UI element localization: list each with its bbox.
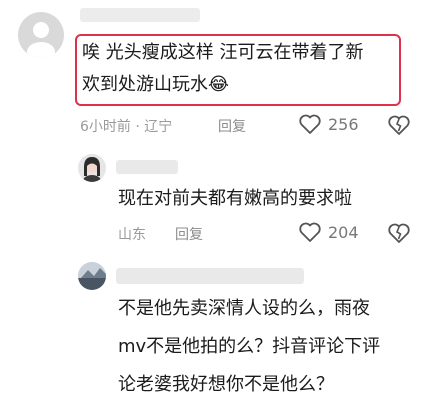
reply-avatar-2[interactable]: [78, 262, 106, 290]
default-avatar-icon: [27, 22, 55, 58]
meta-separator: ·: [135, 119, 140, 135]
dislike-button[interactable]: [387, 114, 411, 140]
heart-outline-icon: [299, 222, 321, 242]
dislike-button[interactable]: [387, 222, 411, 248]
laughing-emoji: 😂: [208, 74, 230, 95]
comment-time: 6小时前: [80, 119, 131, 135]
reply-text-line-1: 不是他先卖深情人设的么，雨夜: [118, 298, 370, 319]
username-redacted: [116, 160, 178, 174]
comment-text-line-2: 欢到处游山玩水: [82, 74, 208, 95]
user-photo-icon: [78, 154, 106, 182]
reply-avatar-1[interactable]: [78, 154, 106, 182]
username-redacted: [80, 8, 200, 22]
reply-location: 山东: [118, 227, 146, 243]
like-button[interactable]: 204: [298, 221, 359, 243]
reply-text-line-3: 论老婆我好想你不是他么？: [118, 374, 334, 395]
comment-meta: 6小时前 · 辽宁: [80, 116, 172, 136]
broken-heart-icon: [388, 115, 410, 135]
heart-outline-icon: [299, 114, 321, 134]
like-button[interactable]: 256: [298, 113, 359, 135]
like-count: 204: [328, 222, 359, 242]
like-count: 256: [328, 114, 359, 134]
broken-heart-icon: [388, 223, 410, 243]
comment-location: 辽宁: [144, 119, 173, 135]
reply-button[interactable]: 回复: [218, 116, 246, 136]
commenter-avatar-default[interactable]: [18, 12, 64, 58]
comment-text-line-1: 唉 光头瘦成这样 汪可云在带着了新: [82, 42, 364, 63]
comment-text-line-2-wrap: 欢到处游山玩水😂: [82, 70, 229, 100]
username-redacted: [116, 268, 304, 284]
reply-button[interactable]: 回复: [175, 224, 203, 244]
user-photo-icon: [78, 262, 106, 290]
reply-text: 现在对前夫都有嫩高的要求啦: [118, 188, 352, 209]
reply-text-line-2: mv不是他拍的么？抖音评论下评: [118, 336, 381, 357]
